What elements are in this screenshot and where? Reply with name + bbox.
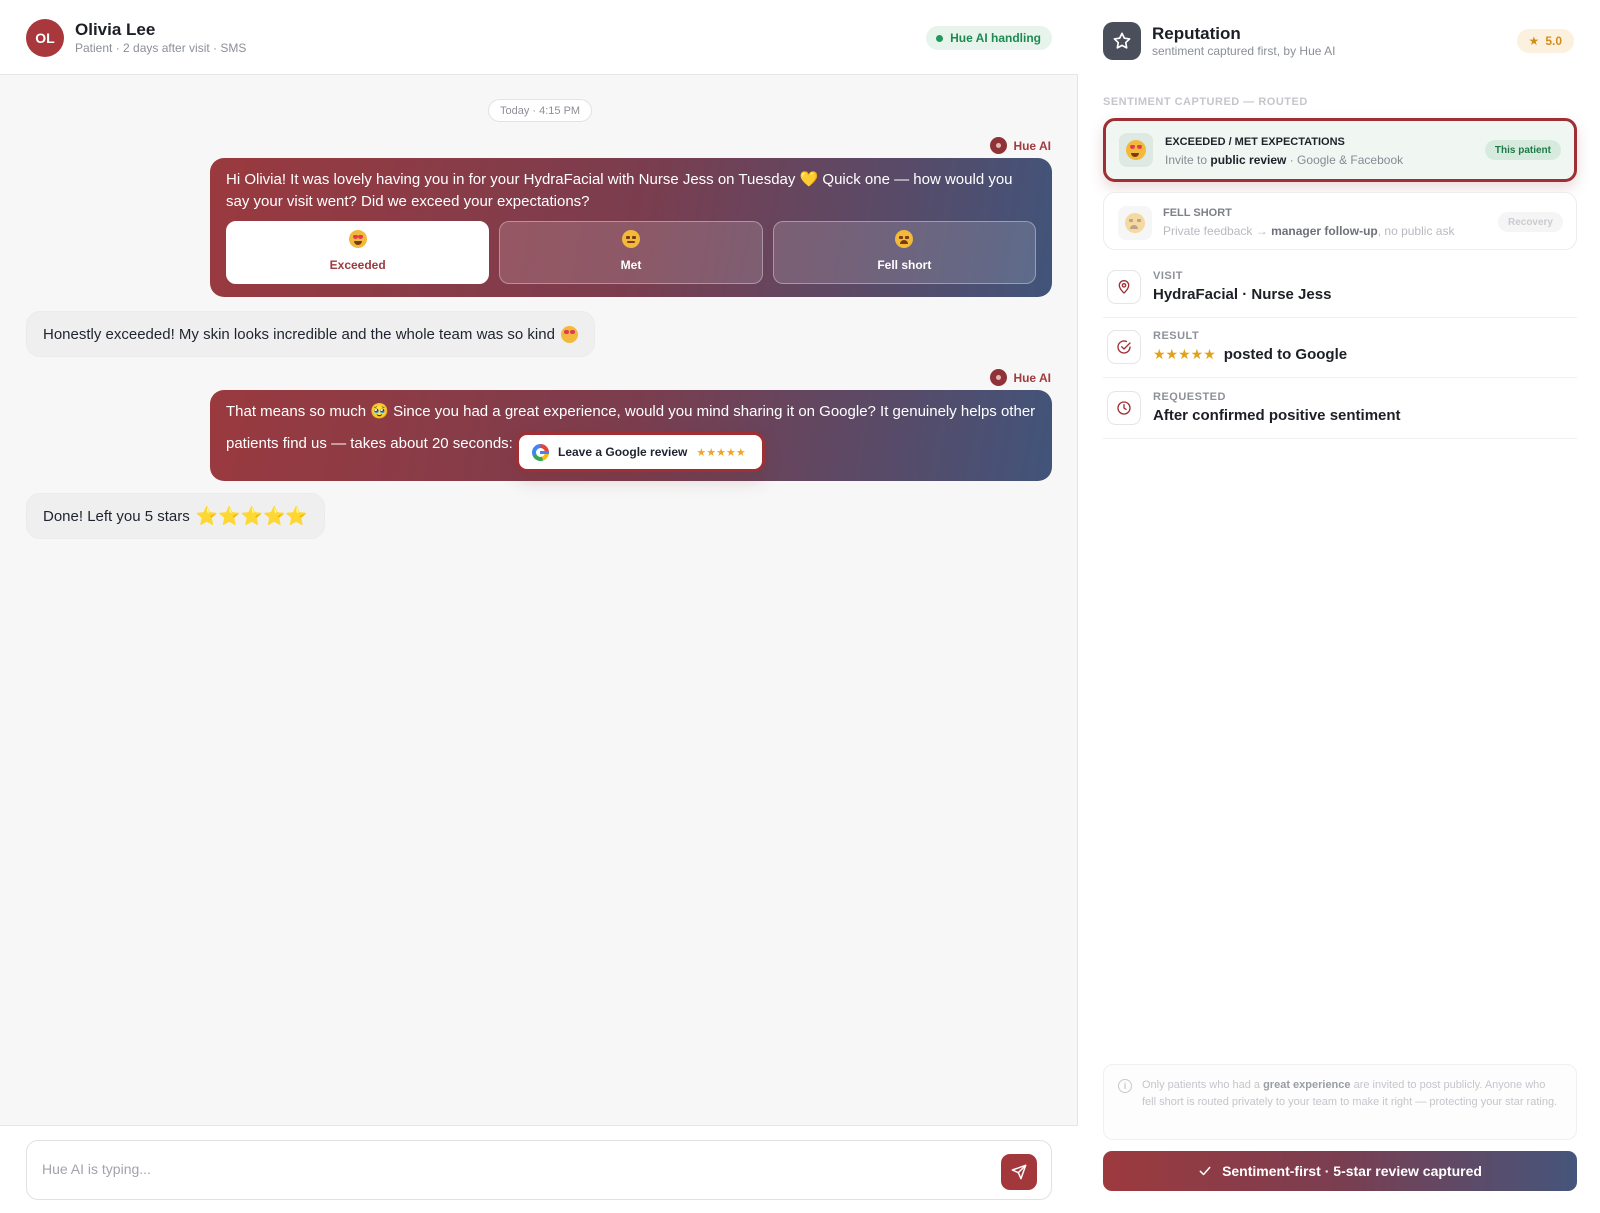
status-badge-label: Hue AI handling (950, 31, 1041, 45)
info-label: RESULT (1153, 330, 1200, 342)
location-pin-icon (1107, 270, 1141, 304)
chat-pane: OL Olivia Lee Patient · 2 days after vis… (0, 0, 1078, 1213)
info-row-visit: VISIT HydraFacial · Nurse Jess (1103, 258, 1577, 318)
status-dot-icon (936, 34, 944, 42)
day-divider: Today · 4:15 PM (488, 99, 593, 122)
reputation-panel: Reputation sentiment captured first, by … (1079, 0, 1600, 1213)
hue-ai-avatar-icon (990, 369, 1008, 386)
info-icon: i (1118, 1079, 1132, 1093)
route-description: Private feedback → manager follow-up, no… (1163, 224, 1455, 238)
panel-title: Reputation (1152, 24, 1241, 43)
choice-fell-short-button[interactable]: Fell short (772, 221, 1036, 284)
info-value: HydraFacial · Nurse Jess (1153, 286, 1332, 303)
google-logo-icon (532, 443, 549, 461)
ai-sender-label: Hue AI (990, 369, 1051, 386)
route-title: FELL SHORT (1163, 207, 1232, 219)
info-value: ★★★★★ posted to Google (1153, 346, 1348, 363)
rating-value: 5.0 (1545, 34, 1562, 48)
info-value: After confirmed positive sentiment (1153, 407, 1401, 424)
policy-note: i Only patients who had a great experien… (1103, 1064, 1577, 1140)
sad-face-emoji-icon (1118, 206, 1152, 240)
star-icon (1103, 22, 1141, 60)
ai-sender-label: Hue AI (990, 137, 1051, 154)
result-stars: ★★★★★ (1153, 346, 1216, 362)
info-row-result: RESULT ★★★★★ posted to Google (1103, 318, 1577, 378)
rating-badge: ★ 5.0 (1516, 29, 1574, 53)
route-tag: Recovery (1497, 212, 1563, 232)
check-icon (1199, 1166, 1211, 1176)
ai-message-text: Hi Olivia! It was lovely having you in f… (226, 171, 1013, 210)
review-stars: ★★★★★ (696, 446, 746, 459)
chat-header: OL Olivia Lee Patient · 2 days after vis… (0, 0, 1078, 75)
route-tag: This patient (1484, 140, 1561, 160)
review-captured-button[interactable]: Sentiment-first · 5-star review captured (1103, 1151, 1577, 1191)
info-label: VISIT (1153, 270, 1184, 282)
sad-face-emoji-icon (895, 229, 914, 248)
ai-message-bubble: Hi Olivia! It was lovely having you in f… (210, 158, 1052, 297)
route-card-exceeded[interactable]: EXCEEDED / MET EXPECTATIONS Invite to pu… (1103, 118, 1577, 182)
message-input[interactable]: Hue AI is typing... (26, 1140, 1052, 1200)
message-input-placeholder: Hue AI is typing... (42, 1161, 151, 1177)
patient-message-bubble: Honestly exceeded! My skin looks incredi… (26, 311, 595, 357)
heart-eyes-emoji-icon (560, 325, 578, 343)
ai-sender-name: Hue AI (1013, 138, 1051, 153)
choice-label: Fell short (877, 257, 932, 272)
neutral-face-emoji-icon (621, 229, 640, 248)
heart-eyes-emoji-icon (1119, 133, 1153, 167)
cta-label: Sentiment-first · 5-star review captured (1222, 1163, 1482, 1179)
choice-label: Exceeded (329, 257, 386, 272)
route-description: Invite to public review · Google & Faceb… (1165, 153, 1404, 167)
google-review-button[interactable]: Leave a Google review ★★★★★ (516, 432, 765, 472)
star-icon: ★ (1528, 34, 1540, 48)
heart-eyes-emoji-icon (348, 229, 367, 248)
patient-meta: Patient · 2 days after visit · SMS (75, 41, 247, 55)
patient-message-text: Done! Left you 5 stars (43, 507, 190, 525)
policy-note-text: Only patients who had a great experience… (1142, 1079, 1558, 1108)
choice-met-button[interactable]: Met (499, 221, 763, 284)
ai-message-text-continued: patients find us — takes about 20 second… (226, 435, 513, 452)
ai-message-text: That means so much 🥹 Since you had a gre… (226, 403, 1036, 420)
info-row-requested: REQUESTED After confirmed positive senti… (1103, 379, 1577, 439)
status-badge: Hue AI handling (926, 26, 1052, 50)
star-emoji-icon: ⭐⭐⭐⭐⭐ (195, 506, 308, 526)
hue-ai-avatar-icon (990, 137, 1008, 154)
patient-message-text: Honestly exceeded! My skin looks incredi… (43, 325, 555, 343)
route-card-fell-short[interactable]: FELL SHORT Private feedback → manager fo… (1103, 192, 1577, 250)
choice-exceeded-button[interactable]: Exceeded (226, 221, 490, 284)
ai-sender-name: Hue AI (1013, 370, 1051, 385)
clock-icon (1107, 391, 1141, 425)
send-button[interactable] (1001, 1154, 1037, 1190)
section-label: SENTIMENT CAPTURED — ROUTED (1103, 96, 1308, 108)
composer-bar: Hue AI is typing... (0, 1125, 1078, 1213)
check-circle-icon (1107, 330, 1141, 364)
send-icon (1011, 1164, 1027, 1180)
sentiment-choices: Exceeded Met Fell short (226, 221, 1036, 284)
patient-name: Olivia Lee (75, 20, 156, 39)
google-review-label: Leave a Google review (558, 445, 688, 459)
panel-subtitle: sentiment captured first, by Hue AI (1152, 44, 1336, 58)
info-label: REQUESTED (1153, 391, 1226, 403)
choice-label: Met (620, 257, 642, 272)
patient-message-bubble: Done! Left you 5 stars ⭐⭐⭐⭐⭐ (26, 493, 325, 539)
route-title: EXCEEDED / MET EXPECTATIONS (1165, 136, 1345, 148)
avatar[interactable]: OL (26, 19, 64, 57)
